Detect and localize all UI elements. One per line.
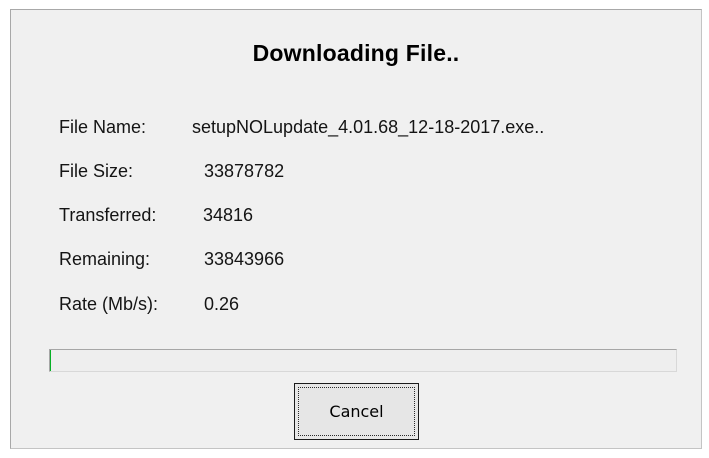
progress-fill bbox=[50, 350, 51, 371]
cancel-button-label: Cancel bbox=[298, 387, 415, 436]
remaining-value: 33843966 bbox=[204, 249, 285, 269]
file-name-label: File Name: bbox=[59, 117, 147, 137]
dialog-title: Downloading File.. bbox=[252, 40, 460, 66]
remaining-label: Remaining: bbox=[59, 249, 151, 269]
download-dialog: Downloading File.. File Name: setupNOLup… bbox=[10, 9, 702, 449]
rate-value: 0.26 bbox=[204, 294, 240, 314]
transferred-value: 34816 bbox=[203, 205, 254, 225]
file-size-label: File Size: bbox=[59, 161, 134, 181]
download-progress-bar bbox=[49, 349, 677, 372]
file-name-value: setupNOLupdate_4.01.68_12-18-2017.exe.. bbox=[192, 117, 545, 137]
cancel-button[interactable]: Cancel bbox=[294, 383, 419, 440]
rate-label: Rate (Mb/s): bbox=[59, 294, 159, 314]
file-size-value: 33878782 bbox=[204, 161, 285, 181]
transferred-label: Transferred: bbox=[59, 205, 157, 225]
